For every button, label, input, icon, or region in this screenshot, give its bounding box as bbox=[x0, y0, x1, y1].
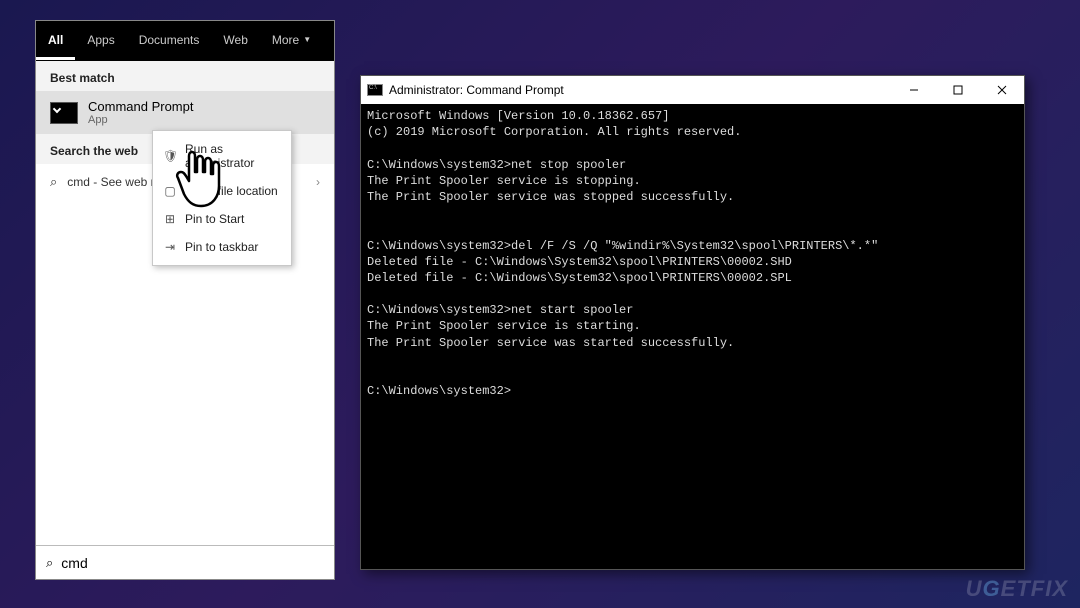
start-search-panel: All Apps Documents Web More ▼ Best match… bbox=[35, 20, 335, 580]
ctx-label: Run as administrator bbox=[185, 142, 281, 170]
admin-icon: 🛡 bbox=[163, 149, 177, 163]
ctx-pin-to-taskbar[interactable]: ⇥ Pin to taskbar bbox=[153, 233, 291, 261]
search-input[interactable] bbox=[61, 555, 324, 571]
best-match-texts: Command Prompt App bbox=[88, 99, 193, 126]
tab-more[interactable]: More ▼ bbox=[260, 21, 323, 58]
command-prompt-window: Administrator: Command Prompt Microsoft … bbox=[360, 75, 1025, 570]
watermark-post: ETFIX bbox=[1001, 576, 1068, 601]
maximize-icon bbox=[953, 85, 963, 95]
watermark-accent: G bbox=[983, 576, 1001, 601]
context-menu: 🛡 Run as administrator ▢ Open file locat… bbox=[152, 130, 292, 266]
search-icon: ⌕ bbox=[50, 174, 57, 190]
close-icon bbox=[997, 85, 1007, 95]
tab-all[interactable]: All bbox=[36, 23, 75, 60]
search-box[interactable]: ⌕ bbox=[36, 545, 334, 579]
minimize-button[interactable] bbox=[892, 76, 936, 104]
window-title: Administrator: Command Prompt bbox=[389, 83, 564, 97]
ctx-pin-to-start[interactable]: ⊞ Pin to Start bbox=[153, 205, 291, 233]
best-match-result[interactable]: Command Prompt App bbox=[36, 91, 334, 134]
folder-icon: ▢ bbox=[163, 184, 177, 198]
best-match-subtitle: App bbox=[88, 114, 193, 126]
tab-web[interactable]: Web bbox=[211, 21, 259, 58]
tab-more-label: More bbox=[272, 33, 299, 47]
ctx-label: Pin to taskbar bbox=[185, 240, 258, 254]
command-prompt-icon bbox=[367, 84, 383, 96]
pin-start-icon: ⊞ bbox=[163, 212, 177, 226]
minimize-icon bbox=[909, 85, 919, 95]
tab-documents[interactable]: Documents bbox=[127, 21, 212, 58]
best-match-title: Command Prompt bbox=[88, 99, 193, 114]
ctx-open-file-location[interactable]: ▢ Open file location bbox=[153, 177, 291, 205]
watermark: UGETFIX bbox=[966, 576, 1068, 602]
close-button[interactable] bbox=[980, 76, 1024, 104]
chevron-down-icon: ▼ bbox=[303, 35, 311, 44]
search-filter-tabs: All Apps Documents Web More ▼ bbox=[36, 21, 334, 61]
best-match-header: Best match bbox=[36, 61, 334, 91]
ctx-run-as-admin[interactable]: 🛡 Run as administrator bbox=[153, 135, 291, 177]
titlebar[interactable]: Administrator: Command Prompt bbox=[361, 76, 1024, 104]
search-icon: ⌕ bbox=[46, 555, 53, 571]
console-output[interactable]: Microsoft Windows [Version 10.0.18362.65… bbox=[361, 104, 1024, 569]
chevron-right-icon: › bbox=[316, 175, 320, 189]
watermark-pre: U bbox=[966, 576, 983, 601]
command-prompt-icon bbox=[50, 102, 78, 124]
ctx-label: Open file location bbox=[185, 184, 278, 198]
window-controls bbox=[892, 76, 1024, 104]
ctx-label: Pin to Start bbox=[185, 212, 244, 226]
tab-apps[interactable]: Apps bbox=[75, 21, 126, 58]
maximize-button[interactable] bbox=[936, 76, 980, 104]
pin-taskbar-icon: ⇥ bbox=[163, 240, 177, 254]
